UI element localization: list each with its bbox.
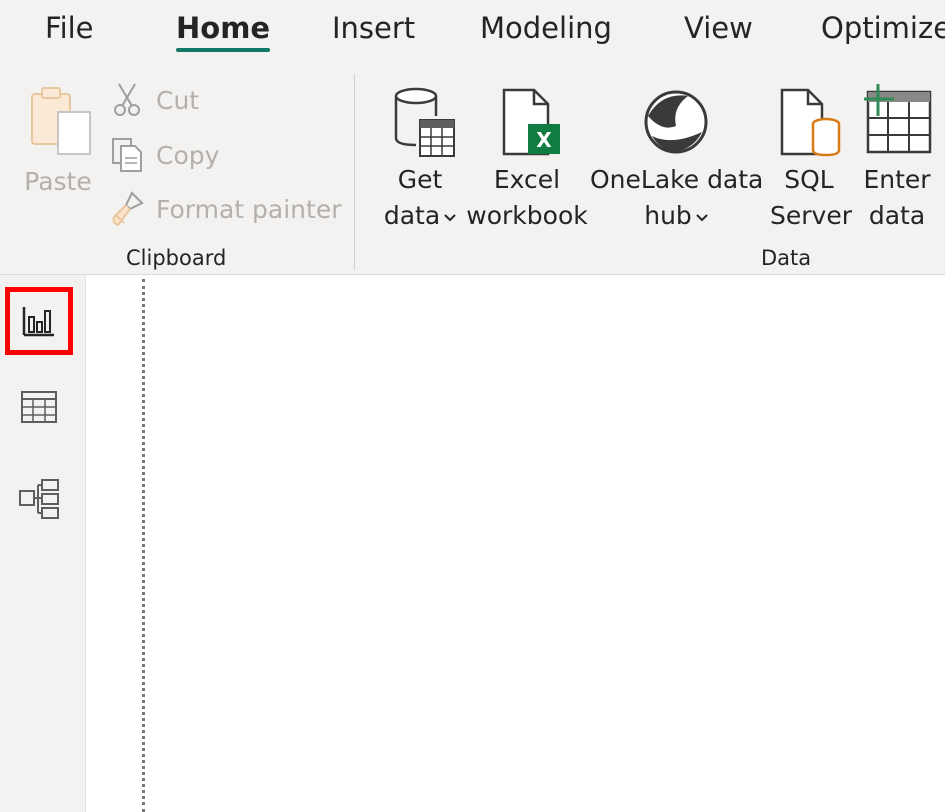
get-data-label-line2: data <box>370 198 470 234</box>
tab-optimize[interactable]: Optimize <box>821 10 945 50</box>
format-painter-icon <box>112 191 144 227</box>
chevron-down-icon <box>696 214 708 222</box>
model-icon <box>19 479 59 519</box>
format-painter-button[interactable]: Format painter <box>110 189 342 229</box>
format-painter-label: Format painter <box>156 194 342 224</box>
sql-server-button[interactable]: SQL Server <box>770 82 852 237</box>
ribbon-tab-bar: File Home Insert Modeling View Optimize <box>0 0 945 62</box>
data-group-label: Data <box>761 246 812 270</box>
tab-insert[interactable]: Insert <box>332 10 415 50</box>
tab-file[interactable]: File <box>45 10 94 50</box>
paste-button[interactable]: Paste <box>18 82 98 217</box>
excel-label-line1: Excel <box>493 165 561 194</box>
sql-server-icon <box>780 88 841 157</box>
enter-label-line1: Enter <box>863 165 931 194</box>
page-boundary-line <box>142 279 145 812</box>
excel-label-line2: workbook <box>466 201 588 230</box>
tab-modeling[interactable]: Modeling <box>480 10 612 50</box>
get-data-label-text: data <box>383 201 441 230</box>
tab-home[interactable]: Home <box>176 10 271 52</box>
excel-icon: X <box>502 88 560 156</box>
onelake-label-text: hub <box>644 201 692 230</box>
onelake-label-line1: OneLake data <box>590 165 764 194</box>
excel-workbook-button[interactable]: X Excel workbook <box>466 82 588 237</box>
view-rail <box>0 275 86 812</box>
bar-chart-icon <box>22 307 54 337</box>
enter-label-line2: data <box>868 201 926 230</box>
table-view-button[interactable] <box>5 373 73 441</box>
cut-label: Cut <box>156 85 200 115</box>
sql-label-line1: SQL <box>784 165 834 194</box>
enter-data-table-icon <box>864 84 932 154</box>
copy-button[interactable]: Copy <box>110 135 219 175</box>
cut-button[interactable]: Cut <box>110 80 199 120</box>
database-table-icon <box>394 87 455 157</box>
scissors-icon <box>114 83 140 116</box>
paste-icon <box>31 87 91 155</box>
copy-label: Copy <box>156 140 220 170</box>
get-data-button[interactable]: Get data <box>370 82 470 237</box>
svg-text:X: X <box>536 128 552 152</box>
get-data-label-line1: Get <box>397 165 443 194</box>
onelake-label-line2: hub <box>590 198 762 234</box>
onelake-icon <box>644 90 708 154</box>
table-icon <box>21 391 57 423</box>
clipboard-group-label: Clipboard <box>126 246 227 270</box>
report-canvas[interactable] <box>86 275 945 812</box>
tab-view[interactable]: View <box>684 10 753 50</box>
sql-label-line2: Server <box>770 201 852 230</box>
paste-label: Paste <box>24 167 92 196</box>
model-view-button[interactable] <box>5 465 73 533</box>
enter-data-button[interactable]: Enter data <box>856 82 938 237</box>
chevron-down-icon <box>444 214 456 222</box>
group-divider <box>354 74 355 270</box>
report-view-button[interactable] <box>5 287 73 355</box>
onelake-data-hub-button[interactable]: OneLake data hub <box>590 82 764 237</box>
ribbon-home: Paste Cut Copy Format painter Clipboard <box>0 62 945 275</box>
copy-icon <box>112 138 142 172</box>
